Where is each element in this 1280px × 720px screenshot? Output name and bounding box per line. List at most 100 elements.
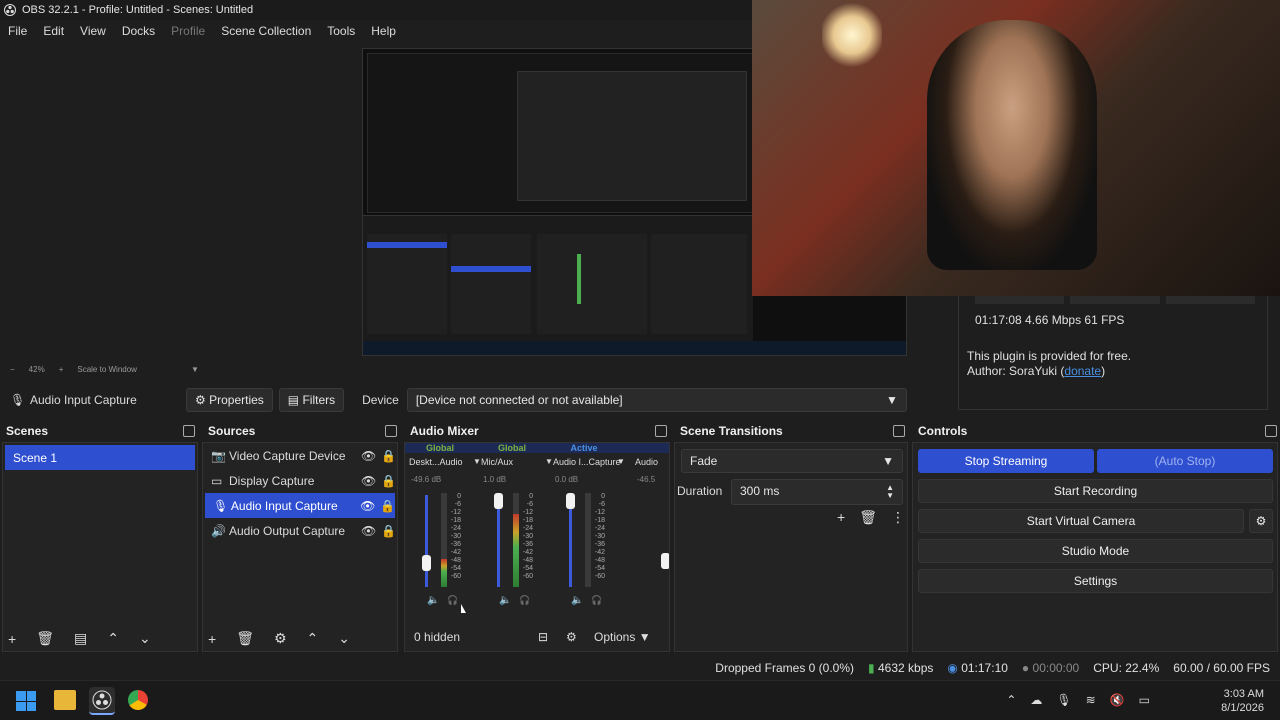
headphones-icon[interactable]: 🎧	[447, 595, 458, 606]
start-recording-button[interactable]: Start Recording	[918, 479, 1273, 503]
options-button[interactable]: Options ▼	[594, 630, 651, 644]
volume-fader-handle[interactable]	[566, 493, 575, 509]
filters-button[interactable]: ▤ Filters	[278, 388, 345, 412]
obs-taskbar-icon[interactable]	[89, 687, 115, 715]
menu-tools[interactable]: Tools	[319, 24, 363, 38]
menu-file[interactable]: File	[0, 24, 35, 38]
lock-icon[interactable]: 🔒	[381, 449, 396, 463]
move-up-icon[interactable]: ⌃	[307, 630, 319, 647]
menu-view[interactable]: View	[72, 24, 114, 38]
lock-icon[interactable]: 🔒	[380, 499, 395, 513]
menu-profile[interactable]: Profile	[163, 24, 213, 38]
menu-scene-collection[interactable]: Scene Collection	[213, 24, 319, 38]
file-explorer-icon[interactable]	[54, 690, 76, 710]
donate-link[interactable]: donate	[1064, 364, 1101, 378]
lock-icon[interactable]: 🔒	[381, 524, 396, 538]
start-virtual-camera-button[interactable]: Start Virtual Camera	[918, 509, 1244, 533]
wifi-icon[interactable]: ≋	[1086, 693, 1096, 707]
source-item[interactable]: 🎙 Audio Input Capture 👁 🔒	[205, 493, 395, 518]
chrome-icon[interactable]	[128, 690, 148, 710]
menu-help[interactable]: Help	[363, 24, 404, 38]
studio-mode-button[interactable]: Studio Mode	[918, 539, 1273, 563]
lock-icon[interactable]: 🔒	[381, 474, 396, 488]
trash-icon[interactable]: 🗑	[859, 509, 877, 526]
stop-streaming-button[interactable]: Stop Streaming	[918, 449, 1094, 473]
mixer-footer: 0 hidden ⊟ ⚙ Options ▼	[414, 630, 664, 644]
duration-spinbox[interactable]: 300 ms ▲ ▼	[731, 479, 903, 505]
add-icon[interactable]: +	[837, 509, 845, 526]
windows-start-icon[interactable]	[16, 691, 36, 711]
eye-icon[interactable]: 👁	[361, 524, 381, 538]
gear-icon[interactable]: ⚙	[1249, 509, 1273, 533]
move-up-icon[interactable]: ⌃	[107, 630, 119, 647]
channel-name[interactable]: Audio	[635, 457, 658, 467]
layout-icon[interactable]: ⊟	[538, 630, 566, 644]
plugin-author: Author: SoraYuki (donate)	[967, 364, 1106, 378]
undock-icon[interactable]	[893, 425, 905, 437]
transition-select[interactable]: Fade ▼	[681, 449, 903, 473]
volume-fader-handle[interactable]	[422, 555, 431, 571]
volume-fader[interactable]	[425, 495, 428, 587]
add-icon[interactable]: +	[208, 631, 216, 647]
speaker-icon: 🔊	[211, 523, 226, 538]
speaker-icon[interactable]: 🔈	[499, 595, 511, 606]
zoom-out-button[interactable]: −	[10, 365, 15, 374]
scene-item[interactable]: Scene 1	[5, 445, 195, 470]
channel-name[interactable]: Mic/Aux	[481, 457, 513, 467]
move-down-icon[interactable]: ⌄	[338, 630, 350, 647]
volume-fader-handle[interactable]	[661, 553, 669, 569]
speaker-icon[interactable]: 🔈	[427, 595, 439, 606]
undock-icon[interactable]	[655, 425, 667, 437]
volume-fader-handle[interactable]	[494, 493, 503, 509]
chevron-down-icon: ▼	[882, 454, 894, 468]
volume-mute-icon[interactable]: 🔇	[1110, 693, 1125, 707]
cloud-icon[interactable]: ☁	[1030, 693, 1042, 707]
filter-icon: ▤	[287, 393, 303, 407]
webcam-feed	[752, 0, 1280, 296]
eye-icon[interactable]: 👁	[360, 499, 380, 513]
stream-stats: 01:17:08 4.66 Mbps 61 FPS	[975, 313, 1125, 327]
speaker-muted-icon[interactable]: 🔈	[571, 595, 583, 606]
device-select[interactable]: [Device not connected or not available] ▼	[406, 388, 907, 412]
headphones-icon[interactable]: 🎧	[519, 595, 530, 606]
gear-icon[interactable]: ⚙	[274, 630, 287, 647]
add-icon[interactable]: +	[8, 631, 16, 647]
menu-edit[interactable]: Edit	[35, 24, 72, 38]
source-item[interactable]: ▭ Display Capture 👁 🔒	[203, 468, 397, 493]
gear-icon[interactable]: ⚙	[566, 630, 594, 644]
properties-button[interactable]: ⚙ Properties	[186, 388, 273, 412]
source-item[interactable]: 📷 Video Capture Device 👁 🔒	[203, 443, 397, 468]
eye-icon[interactable]: 👁	[361, 449, 381, 463]
channel-tag: Global	[425, 443, 454, 453]
channel-name[interactable]: Deskt...Audio	[409, 457, 463, 467]
channel-volume-db: -49.6 dB	[411, 475, 442, 484]
microphone-icon[interactable]: 🎙	[1056, 693, 1071, 707]
gear-icon: ⚙	[195, 393, 210, 407]
eye-icon[interactable]: 👁	[361, 474, 381, 488]
mixer-channel: Audio -46.5	[631, 443, 669, 643]
undock-icon[interactable]	[183, 425, 195, 437]
zoom-in-button[interactable]: +	[59, 365, 64, 374]
chevron-up-icon[interactable]: ⌃	[1006, 693, 1016, 707]
trash-icon[interactable]: 🗑	[36, 630, 54, 647]
undock-icon[interactable]	[385, 425, 397, 437]
trash-icon[interactable]: 🗑	[236, 630, 254, 647]
move-down-icon[interactable]: ⌄	[139, 630, 151, 647]
auto-stop-button[interactable]: (Auto Stop)	[1097, 449, 1273, 473]
headphones-icon[interactable]: 🎧	[591, 595, 602, 606]
chevron-down-icon[interactable]: ▼	[617, 457, 625, 466]
source-item[interactable]: 🔊 Audio Output Capture 👁 🔒	[203, 518, 397, 543]
record-time: ● 00:00:00	[1021, 661, 1080, 675]
cpu-usage: CPU: 22.4%	[1093, 661, 1160, 675]
battery-icon[interactable]: ▭	[1139, 693, 1150, 707]
more-options-icon[interactable]: ⋮	[891, 509, 905, 526]
channel-name[interactable]: Audio I...Capture	[553, 457, 621, 467]
scale-mode[interactable]: Scale to Window	[77, 365, 137, 374]
window-title: OBS 32.2.1 - Profile: Untitled - Scenes:…	[22, 4, 254, 16]
clock[interactable]: 3:03 AM 8/1/2026	[1221, 687, 1264, 715]
chevron-down-icon[interactable]: ▼	[191, 365, 199, 374]
undock-icon[interactable]	[1265, 425, 1277, 437]
settings-button[interactable]: Settings	[918, 569, 1273, 593]
filter-icon[interactable]: ▤	[74, 630, 87, 647]
menu-docks[interactable]: Docks	[114, 24, 163, 38]
